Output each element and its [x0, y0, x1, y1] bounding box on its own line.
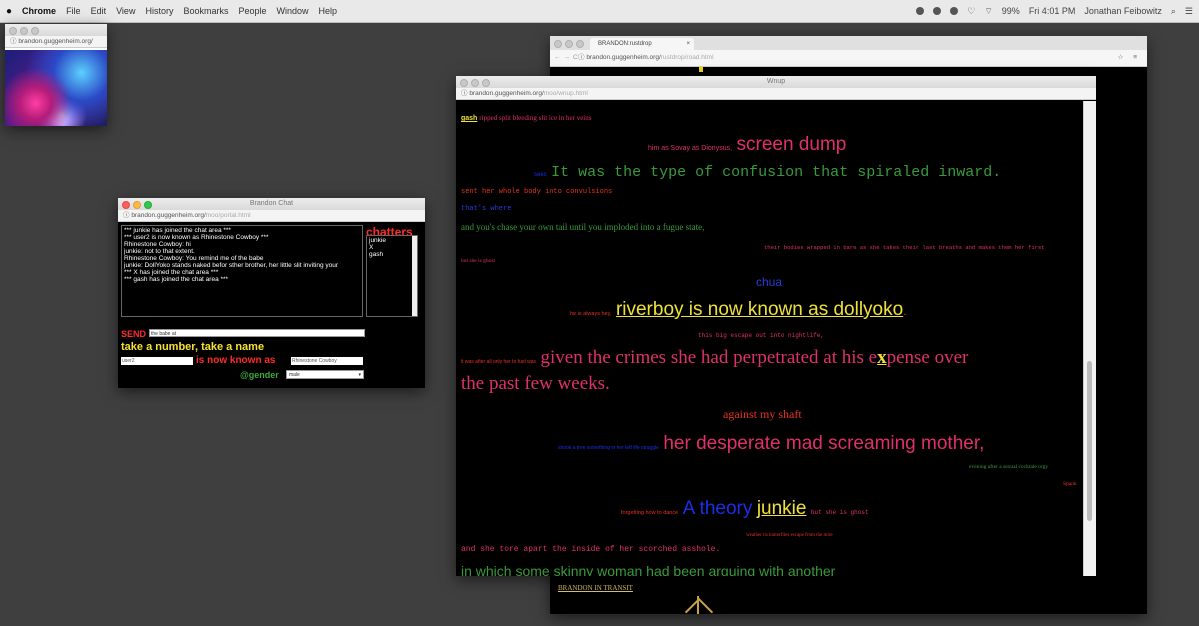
- window-controls[interactable]: [460, 79, 490, 87]
- send-button[interactable]: SEND: [121, 329, 146, 339]
- poem-line: against my shaft: [723, 407, 802, 421]
- poem-line: chua: [756, 275, 783, 289]
- mac-menubar: ● Chrome File Edit View History Bookmark…: [0, 0, 1199, 23]
- image-window: ⓘ brandon.guggenheim.org/: [5, 24, 107, 126]
- status-icon[interactable]: [950, 7, 959, 15]
- bookmark-star-icon[interactable]: ☆ ≡: [1118, 50, 1141, 66]
- chat-line: *** user2 is now known as Rhinestone Cow…: [124, 234, 269, 241]
- poem-line: sees It was the type of confusion that s…: [534, 164, 1002, 181]
- poem-line: forgetting how to dance A theory junkie …: [621, 498, 869, 519]
- tab-strip: BRANDON:rustdrop ×: [550, 36, 1147, 50]
- menu-bookmarks[interactable]: Bookmarks: [183, 6, 228, 16]
- gender-select[interactable]: male ▾: [286, 370, 364, 379]
- heart-icon[interactable]: ♡: [967, 6, 975, 17]
- tab-rustdrop[interactable]: BRANDON:rustdrop ×: [590, 38, 694, 50]
- chatter-item[interactable]: X: [369, 244, 415, 251]
- battery-indicator[interactable]: 99%: [1002, 6, 1020, 16]
- menu-window[interactable]: Window: [277, 6, 309, 16]
- apple-icon[interactable]: ●: [6, 6, 12, 17]
- gender-label: @gender: [240, 370, 279, 380]
- menu-edit[interactable]: Edit: [91, 6, 107, 16]
- menu-history[interactable]: History: [145, 6, 173, 16]
- chatters-list[interactable]: junkie X gash: [366, 235, 418, 317]
- menu-file[interactable]: File: [66, 6, 81, 16]
- poem-line: and you's chase your own tail until you …: [461, 222, 705, 232]
- page-marker: [699, 66, 703, 72]
- poem-content[interactable]: gash ripped split bleeding slit ice in h…: [456, 101, 1084, 576]
- menu-help[interactable]: Help: [319, 6, 338, 16]
- poem-window-titlebar[interactable]: Wnup: [456, 76, 1096, 88]
- new-name-input[interactable]: Rhinestone Cowboy: [291, 357, 363, 365]
- chevron-down-icon: ▾: [358, 372, 361, 378]
- window-controls[interactable]: [9, 27, 39, 35]
- poem-line: Spank: [1063, 481, 1077, 487]
- message-input[interactable]: the babe at: [149, 329, 365, 337]
- chat-line: *** gash has joined the chat area ***: [124, 276, 229, 283]
- poem-line: that's where: [461, 205, 512, 213]
- take-name-heading: take a number, take a name: [121, 341, 265, 353]
- poem-line: evening after a sexual cocktale orgy: [969, 464, 1049, 470]
- brandon-in-transit-link[interactable]: BRANDON IN TRANSIT: [558, 584, 633, 592]
- poem-line: the past few weeks.: [461, 373, 610, 394]
- chatter-item[interactable]: gash: [369, 251, 415, 258]
- chat-line: *** junkie has joined the chat area ***: [124, 227, 231, 234]
- image-window-address[interactable]: ⓘ brandon.guggenheim.org/: [5, 36, 107, 48]
- search-icon[interactable]: ⌕: [1171, 6, 1176, 17]
- image-window-titlebar[interactable]: [5, 24, 107, 36]
- menu-list-icon[interactable]: ☰: [1185, 6, 1193, 17]
- poem-line: shook a tree something in her left life …: [558, 433, 985, 454]
- poem-line: in which some skinny woman had been argu…: [461, 563, 836, 576]
- poem-line: he is always hey, riverboy is now known …: [570, 299, 907, 320]
- poem-line: weather its butterflies escape from the …: [746, 533, 833, 538]
- window-controls[interactable]: [122, 201, 152, 209]
- up-arrow-icon: [697, 596, 699, 614]
- chatters-scrollbar[interactable]: [412, 236, 417, 316]
- send-row: SEND the babe at: [121, 329, 366, 339]
- poem-line: sent her whole body into convulsions: [461, 188, 613, 196]
- poem-line: it was after all only her to fuel was gi…: [461, 347, 969, 368]
- user-name[interactable]: Jonathan Feibowitz: [1084, 6, 1162, 16]
- poem-window-title: Wnup: [766, 78, 786, 85]
- chat-line: *** X has joined the chat area ***: [124, 269, 219, 276]
- chat-window-title: Brandon Chat: [249, 200, 294, 207]
- poem-address-bar[interactable]: ⓘ brandon.guggenheim.org/moo/wnup.html: [456, 88, 1096, 100]
- chat-line: junkie: not to that extent.: [124, 248, 195, 255]
- clock[interactable]: Fri 4:01 PM: [1029, 6, 1076, 16]
- poem-window: Wnup ⓘ brandon.guggenheim.org/moo/wnup.h…: [456, 76, 1096, 576]
- poem-line: this big escape out into nightlife,: [698, 332, 825, 339]
- poem-line: gash ripped split bleeding slit ice in h…: [461, 114, 592, 122]
- chat-window-titlebar[interactable]: Brandon Chat: [118, 198, 425, 210]
- wifi-icon[interactable]: ⌔: [984, 6, 992, 17]
- menu-app-chrome[interactable]: Chrome: [22, 6, 56, 16]
- chat-line: Rhinestone Cowboy: hi: [124, 241, 191, 248]
- chatter-item[interactable]: junkie: [369, 237, 415, 244]
- status-icon[interactable]: [933, 7, 942, 15]
- status-icon[interactable]: [916, 7, 925, 15]
- poem-line: their bodies wrapped in bare as she take…: [764, 244, 1045, 251]
- abstract-image: [5, 50, 107, 126]
- poem-line: him as Sovay as Dionysus, screen dump: [648, 134, 847, 155]
- close-tab-icon[interactable]: ×: [686, 38, 690, 50]
- scrollbar-thumb[interactable]: [1087, 361, 1092, 521]
- poem-line: and she tore apart the inside of her sco…: [461, 545, 721, 554]
- chat-log[interactable]: *** junkie has joined the chat area *** …: [121, 225, 363, 317]
- chat-address-bar[interactable]: ⓘ brandon.guggenheim.org/moo/portal.html: [118, 210, 425, 222]
- nav-arrows-icon[interactable]: ←→C: [554, 50, 581, 66]
- menu-people[interactable]: People: [238, 6, 266, 16]
- address-bar[interactable]: ←→C ⓘ brandon.guggenheim.org/rustdrop/ro…: [550, 50, 1147, 67]
- menu-view[interactable]: View: [116, 6, 135, 16]
- poem-scrollbar[interactable]: [1083, 101, 1096, 576]
- chat-line: junkie: DollYoko stands naked befor sthe…: [124, 262, 339, 269]
- window-controls[interactable]: [554, 40, 584, 48]
- poem-line: but she is ghost: [461, 258, 496, 264]
- chat-line: Rhinestone Cowboy: You remind me of the …: [124, 255, 264, 262]
- chat-window: Brandon Chat ⓘ brandon.guggenheim.org/mo…: [118, 198, 425, 388]
- rename-row: user2 is now known as Rhinestone Cowboy: [121, 355, 421, 366]
- known-as-label: is now known as: [196, 355, 276, 366]
- old-name-input[interactable]: user2: [121, 357, 193, 365]
